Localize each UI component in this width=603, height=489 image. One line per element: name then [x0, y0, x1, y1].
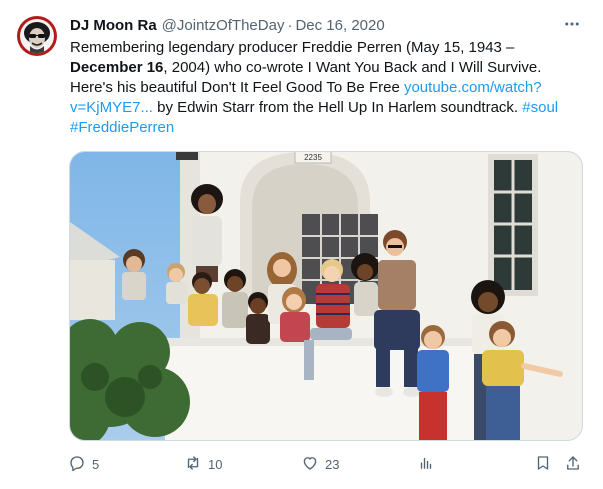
repost-button[interactable]: 10 [184, 450, 222, 478]
tweet-header: DJ Moon Ra @JointzOfTheDay · Dec 16, 202… [70, 14, 385, 36]
tweet-text-line-5: #FreddiePerren [70, 118, 580, 138]
like-button[interactable]: 23 [301, 450, 339, 478]
share-icon [564, 454, 582, 475]
youtube-link[interactable]: youtube.com/watch? [404, 79, 542, 96]
repost-count: 10 [208, 456, 223, 472]
action-bar: 5 10 23 [68, 450, 588, 478]
tweet-date[interactable]: Dec 16, 2020 [295, 17, 384, 34]
views-button[interactable] [417, 450, 435, 478]
bookmark-button[interactable] [534, 450, 552, 478]
house-number: 2235 [304, 153, 322, 162]
avatar-image [20, 19, 54, 53]
tweet-text-line-2: December 16, 2004) who co-wrote I Want Y… [70, 58, 580, 78]
reply-icon [68, 454, 86, 475]
author-handle[interactable]: @JointzOfTheDay [162, 17, 285, 34]
tweet-card[interactable]: DJ Moon Ra @JointzOfTheDay · Dec 16, 202… [0, 0, 603, 489]
hashtag-soul[interactable]: #soul [522, 99, 558, 116]
repost-icon [184, 454, 202, 475]
bold-date: December 16 [70, 59, 164, 76]
reply-count: 5 [92, 456, 100, 472]
tweet-text-line-3: Here's his beautiful Don't It Feel Good … [70, 78, 580, 98]
share-button[interactable] [564, 450, 582, 478]
like-icon [301, 454, 319, 475]
like-count: 23 [325, 456, 340, 472]
separator-dot: · [287, 16, 293, 34]
avatar[interactable] [17, 16, 57, 56]
text-segment: , 2004) who co-wrote I Want You Back and… [163, 59, 542, 76]
tweet-text: Remembering legendary producer Freddie P… [70, 38, 580, 138]
tweet-text-line-1: Remembering legendary producer Freddie P… [70, 39, 515, 56]
author-name[interactable]: DJ Moon Ra [70, 17, 157, 34]
more-icon[interactable] [560, 12, 584, 36]
hashtag-freddieperren[interactable]: #FreddiePerren [70, 119, 174, 136]
bookmark-icon [534, 454, 552, 475]
text-segment: by Edwin Starr from the Hell Up In Harle… [152, 99, 523, 116]
group-photo-illustration: 2235 [70, 152, 582, 440]
youtube-link-continued[interactable]: v=KjMYE7... [70, 99, 153, 116]
text-segment: Here's his beautiful Don't It Feel Good … [70, 79, 404, 96]
reply-button[interactable]: 5 [68, 450, 99, 478]
views-icon [417, 454, 435, 475]
tweet-text-line-4: v=KjMYE7... by Edwin Starr from the Hell… [70, 98, 580, 118]
tweet-photo[interactable]: 2235 [69, 151, 583, 441]
